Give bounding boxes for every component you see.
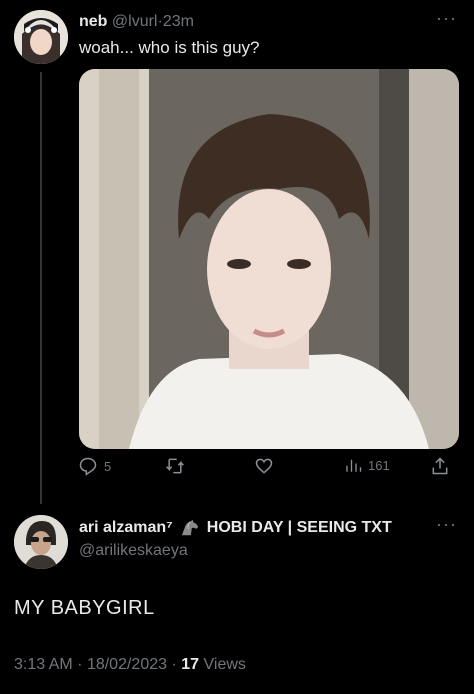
share-icon: [432, 457, 448, 475]
more-options-button[interactable]: ···: [436, 8, 457, 29]
tweet-photo[interactable]: [79, 69, 459, 449]
views-count[interactable]: 17: [181, 656, 199, 673]
views-label: Views: [203, 656, 246, 673]
separator: ·: [171, 656, 177, 673]
tweet-actions: 5 161: [78, 456, 458, 482]
author-handle[interactable]: @lvurl: [112, 13, 158, 30]
reply-header: ari alzaman⁷ HOBI DAY | SEEING TXT: [79, 519, 392, 537]
thread-line: [40, 72, 42, 504]
views-count: 161: [368, 457, 390, 473]
author-name[interactable]: ari alzaman⁷: [79, 519, 173, 537]
horse-icon: [181, 519, 198, 536]
like-button[interactable]: [254, 456, 274, 476]
views-icon: [346, 459, 362, 472]
separator: ·: [77, 656, 83, 673]
more-options-button[interactable]: ···: [436, 514, 457, 535]
author-handle[interactable]: @arilikeskaeya: [79, 542, 188, 560]
tweet-meta: 3:13 AM · 18/02/2023 · 17 Views: [14, 656, 246, 674]
author-name[interactable]: neb: [79, 13, 107, 30]
heart-icon: [255, 458, 273, 474]
avatar[interactable]: [14, 515, 68, 569]
photo-image: [79, 69, 459, 449]
display-name-tag: HOBI DAY | SEEING TXT: [206, 519, 392, 536]
tweet-text: MY BABYGIRL: [14, 597, 155, 619]
retweet-icon: [166, 458, 184, 474]
tweet-time[interactable]: 3:13 AM: [14, 656, 73, 673]
retweet-button[interactable]: [164, 456, 186, 476]
avatar[interactable]: [14, 10, 68, 64]
share-button[interactable]: [430, 456, 450, 476]
reply-count: 5: [104, 458, 112, 474]
tweet-date[interactable]: 18/02/2023: [87, 656, 167, 673]
reply-button[interactable]: 5: [78, 456, 111, 476]
avatar-image: [14, 10, 68, 64]
reply-icon: [79, 457, 97, 476]
timestamp[interactable]: 23m: [163, 13, 194, 30]
tweet-text: woah... who is this guy?: [79, 38, 260, 57]
views-button[interactable]: 161: [344, 456, 390, 474]
avatar-image: [14, 515, 68, 569]
tweet-header: neb @lvurl·23m: [79, 13, 194, 31]
